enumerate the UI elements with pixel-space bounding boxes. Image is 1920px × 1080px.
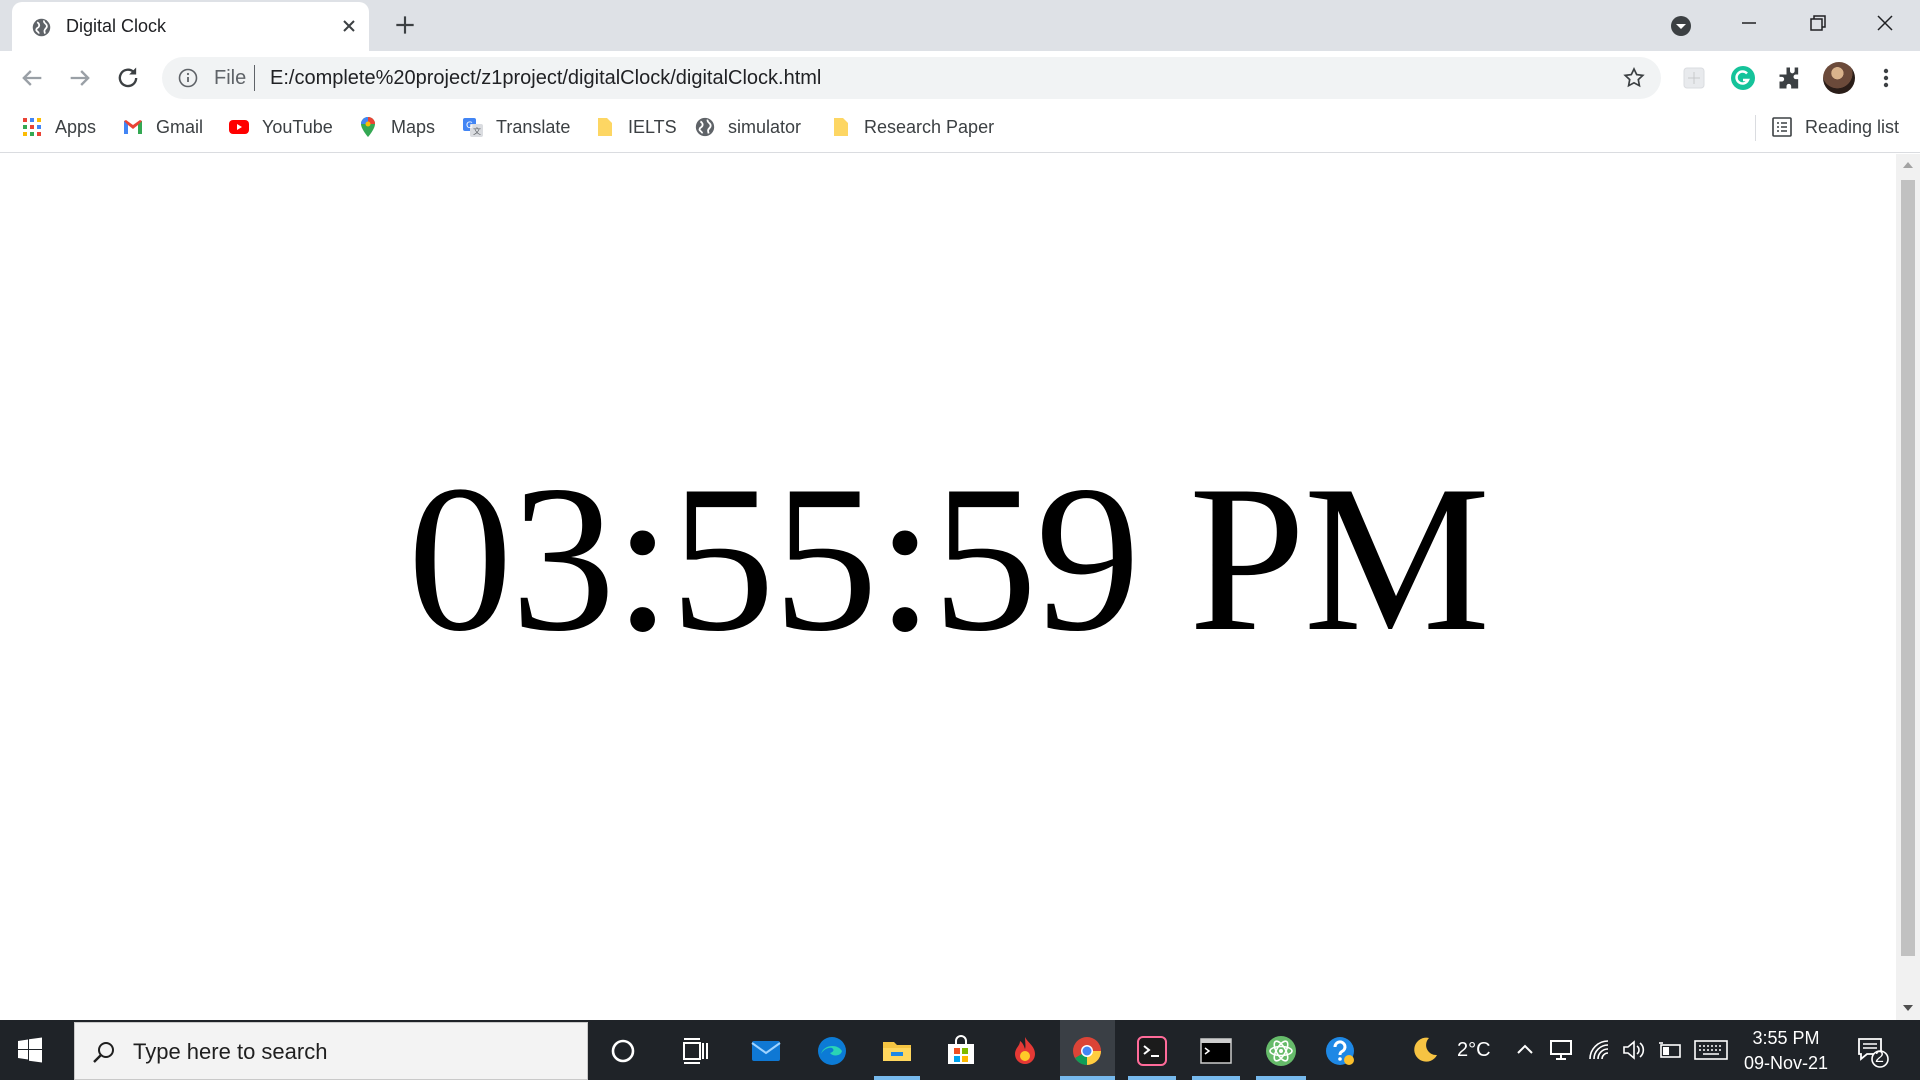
battery-icon[interactable] — [1657, 1038, 1683, 1062]
file-explorer-icon[interactable] — [880, 1034, 914, 1068]
reload-icon[interactable] — [114, 64, 142, 92]
back-arrow-icon[interactable] — [18, 64, 46, 92]
scrollbar-thumb[interactable] — [1901, 180, 1915, 956]
bookmark-label: Apps — [55, 116, 97, 137]
address-separator — [254, 65, 255, 91]
command-prompt-icon[interactable] — [1199, 1034, 1233, 1068]
minimize-icon[interactable] — [1732, 8, 1766, 38]
youtube-icon — [229, 120, 249, 134]
task-view-icon[interactable] — [678, 1034, 712, 1068]
bookmark-label: Gmail — [156, 116, 204, 137]
restore-icon[interactable] — [1800, 8, 1834, 38]
taskbar-time: 3:55 PM — [1752, 1028, 1820, 1048]
scroll-down-arrow-icon[interactable] — [1902, 1003, 1914, 1013]
vertical-scrollbar[interactable] — [1896, 154, 1920, 1020]
folder-icon — [834, 118, 848, 136]
address-bar[interactable]: File E:/complete%20project/z1project/dig… — [162, 57, 1661, 99]
bookmark-label: Translate — [496, 116, 571, 137]
tab-digital-clock[interactable]: Digital Clock — [12, 2, 369, 51]
bookmark-research-paper[interactable]: Research Paper — [830, 113, 994, 141]
windows-taskbar: Type here to search 2°C 3:55 PM 09-Nov-2… — [0, 1020, 1920, 1080]
weather-temperature[interactable]: 2°C — [1457, 1039, 1491, 1062]
tab-title: Digital Clock — [66, 16, 167, 36]
apps-grid-icon — [23, 118, 41, 136]
close-tab-icon[interactable] — [337, 14, 361, 38]
chrome-running-indicator — [1060, 1076, 1115, 1080]
cortana-icon[interactable] — [606, 1034, 640, 1068]
notification-count: 2 — [1875, 1049, 1884, 1066]
bookmark-apps[interactable]: Apps — [21, 113, 96, 141]
atom-running-indicator — [1256, 1076, 1306, 1080]
bookmark-ielts[interactable]: IELTS — [594, 113, 677, 141]
volume-icon[interactable] — [1621, 1038, 1647, 1062]
folder-icon — [598, 118, 612, 136]
bookmark-translate[interactable]: G 文 Translate — [462, 113, 570, 141]
bookmark-label: Maps — [391, 116, 436, 137]
tab-search-icon[interactable] — [1669, 14, 1693, 38]
maps-pin-icon — [361, 117, 375, 137]
microsoft-store-icon[interactable] — [944, 1034, 978, 1068]
profile-avatar[interactable] — [1823, 62, 1855, 94]
search-icon — [93, 1042, 114, 1063]
extensions-puzzle-icon[interactable] — [1776, 64, 1804, 92]
reading-list-button[interactable]: Reading list — [1771, 113, 1899, 141]
keyboard-icon[interactable] — [1694, 1038, 1728, 1062]
scroll-up-arrow-icon[interactable] — [1902, 160, 1914, 170]
bookmark-star-icon[interactable] — [1622, 66, 1646, 90]
bookmark-youtube[interactable]: YouTube — [228, 113, 333, 141]
terminal-app-icon[interactable] — [1135, 1034, 1169, 1068]
bookmark-label: YouTube — [262, 116, 333, 137]
explorer-running-indicator — [874, 1076, 920, 1080]
svg-text:文: 文 — [473, 126, 481, 136]
page-viewport: 03:55:59 PM — [0, 154, 1896, 1020]
app-flame-icon[interactable] — [1008, 1034, 1042, 1068]
globe-icon — [32, 18, 51, 37]
url-text[interactable]: E:/complete%20project/z1project/digitalC… — [270, 67, 821, 90]
tab-strip: Digital Clock — [0, 0, 1920, 51]
bookmark-gmail[interactable]: Gmail — [122, 113, 203, 141]
mail-icon[interactable] — [749, 1034, 783, 1068]
scheme-label: File — [214, 67, 247, 89]
cmd-running-indicator — [1192, 1076, 1240, 1080]
taskbar-date: 09-Nov-21 — [1743, 1053, 1829, 1073]
windows-start-icon[interactable] — [16, 1036, 44, 1064]
forward-arrow-icon[interactable] — [66, 64, 94, 92]
bookmark-label: simulator — [728, 116, 802, 137]
terminal-running-indicator — [1128, 1076, 1176, 1080]
taskbar-search-box[interactable]: Type here to search — [74, 1022, 588, 1080]
moon-icon[interactable] — [1410, 1035, 1440, 1065]
grammarly-icon[interactable] — [1729, 64, 1757, 92]
bookmarks-bar: Apps Gmail YouTube Maps G 文 Translate IE… — [0, 105, 1920, 153]
new-tab-icon[interactable] — [392, 12, 418, 38]
chevron-up-icon[interactable] — [1514, 1039, 1536, 1061]
digital-clock-display: 03:55:59 PM — [407, 443, 1491, 675]
bookmark-label: Research Paper — [864, 116, 995, 137]
wifi-icon[interactable] — [1587, 1038, 1611, 1062]
reading-list-label: Reading list — [1805, 116, 1900, 137]
atom-editor-icon[interactable] — [1264, 1034, 1298, 1068]
reading-list-icon — [1772, 117, 1792, 137]
help-icon[interactable] — [1323, 1034, 1357, 1068]
network-icon[interactable] — [1549, 1038, 1573, 1062]
browser-toolbar: File E:/complete%20project/z1project/dig… — [0, 51, 1920, 105]
more-menu-icon[interactable] — [1876, 64, 1896, 92]
search-placeholder: Type here to search — [133, 1039, 328, 1064]
info-icon[interactable] — [178, 68, 198, 88]
globe-icon — [695, 117, 715, 137]
svg-text:G: G — [466, 121, 473, 131]
chrome-icon[interactable] — [1070, 1034, 1104, 1068]
bookmark-simulator[interactable]: simulator — [694, 113, 801, 141]
bookmarks-separator — [1755, 115, 1756, 141]
extension-icon[interactable] — [1680, 64, 1708, 92]
gmail-icon — [124, 120, 142, 134]
translate-icon: G 文 — [463, 118, 483, 137]
bookmark-label: IELTS — [628, 116, 677, 137]
bookmark-maps[interactable]: Maps — [357, 113, 435, 141]
close-window-icon[interactable] — [1868, 8, 1902, 38]
taskbar-clock[interactable]: 3:55 PM 09-Nov-21 — [1736, 1026, 1836, 1076]
edge-browser-icon[interactable] — [815, 1034, 849, 1068]
